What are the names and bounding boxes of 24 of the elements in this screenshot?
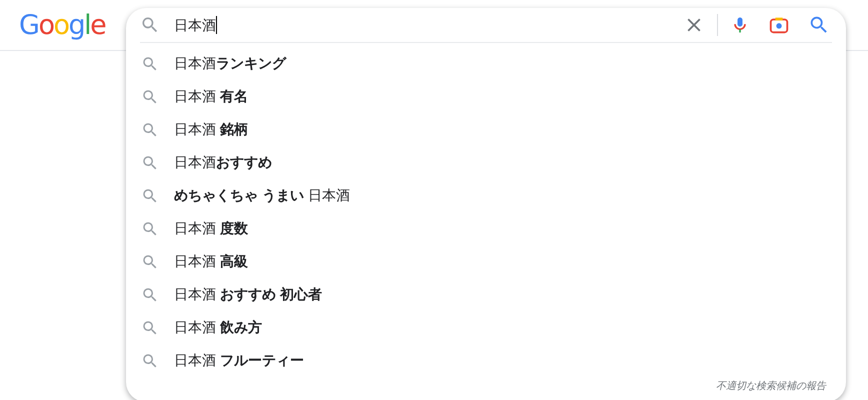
- search-field[interactable]: 日本酒: [174, 14, 683, 36]
- search-icon: [140, 15, 160, 35]
- suggestion-item[interactable]: 日本酒 フルーティー: [174, 350, 304, 371]
- suggestion-item[interactable]: 日本酒 高級: [174, 251, 248, 272]
- search-icon: [141, 154, 159, 172]
- suggestion-item[interactable]: 日本酒 有名: [174, 86, 248, 107]
- suggestion-item[interactable]: 日本酒 おすすめ 初心者: [174, 284, 322, 305]
- search-icon: [141, 120, 159, 138]
- suggestion-item[interactable]: 日本酒 度数: [174, 218, 248, 239]
- suggestion-item[interactable]: めちゃくちゃ うまい 日本酒: [174, 185, 350, 206]
- search-icon: [141, 318, 159, 336]
- logo[interactable]: Google: [19, 12, 106, 38]
- search-icon: [141, 220, 159, 238]
- search-icon: [141, 186, 159, 204]
- suggestion-item[interactable]: 日本酒ランキング: [174, 53, 286, 74]
- suggestion-item[interactable]: 日本酒 銘柄: [174, 119, 248, 140]
- search-icon: [141, 286, 159, 304]
- search-icon: [141, 252, 159, 270]
- search-icon: [141, 352, 159, 370]
- search-icon: [141, 54, 159, 72]
- suggestion-item[interactable]: 日本酒 飲み方: [174, 317, 262, 338]
- search-icon: [141, 88, 159, 106]
- report-link[interactable]: 不適切な検索候補の報告: [716, 379, 826, 394]
- suggestion-item[interactable]: 日本酒おすすめ: [174, 152, 272, 173]
